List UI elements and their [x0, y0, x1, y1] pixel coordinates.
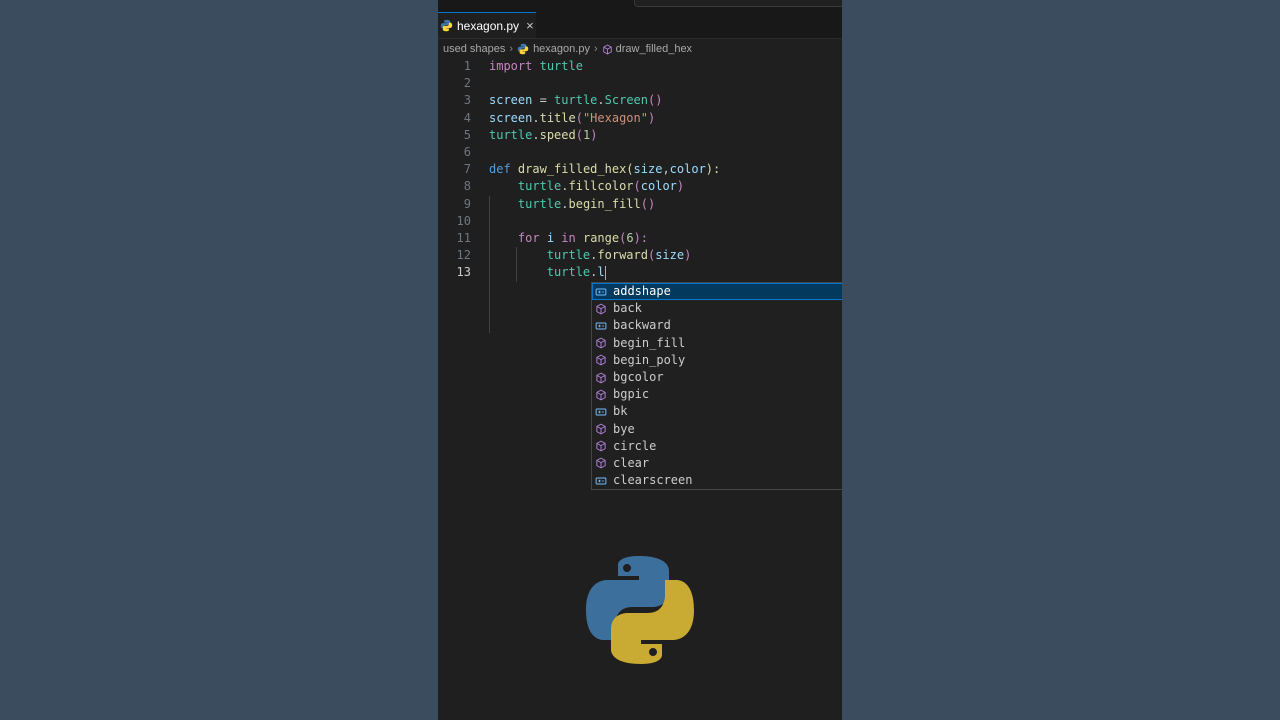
- tab-label: hexagon.py: [457, 18, 520, 33]
- chevron-right-icon: ›: [593, 43, 598, 55]
- variable-icon: [595, 320, 607, 332]
- suggestion-label: begin_poly: [613, 352, 686, 367]
- breadcrumb: used shapes › hexagon.py › draw_filled_h…: [443, 40, 692, 58]
- suggestion-label: bgcolor: [613, 369, 664, 384]
- suggestion-bye[interactable]: bye: [592, 421, 842, 438]
- command-center[interactable]: [634, 0, 842, 7]
- method-cube-icon: [595, 457, 607, 469]
- code-line: 12 turtle.forward(size): [456, 248, 692, 263]
- chevron-right-icon: ›: [509, 43, 514, 55]
- method-cube-icon: [595, 372, 607, 384]
- close-icon[interactable]: ×: [526, 18, 534, 33]
- method-cube-icon: [595, 423, 607, 435]
- method-cube-icon: [595, 440, 607, 452]
- suggestion-label: bye: [613, 421, 635, 436]
- code-line: 6: [463, 144, 471, 159]
- suggestion-label: clear: [613, 455, 650, 470]
- python-icon: [440, 19, 453, 32]
- suggestion-label: bk: [613, 404, 628, 419]
- suggestion-label: backward: [613, 318, 671, 333]
- breadcrumb-symbol[interactable]: draw_filled_hex: [616, 43, 692, 55]
- suggestion-label: clearscreen: [613, 473, 693, 488]
- method-cube-icon: [595, 337, 607, 349]
- text-cursor: [604, 265, 606, 280]
- tab-bar: hexagon.py ×: [438, 0, 842, 39]
- suggestion-label: bgpic: [613, 387, 650, 402]
- method-cube-icon: [595, 303, 607, 315]
- suggestion-addshape[interactable]: addshape: [592, 283, 842, 301]
- code-line: 3 screen = turtle.Screen(): [463, 93, 663, 108]
- code-line: 8 turtle.fillcolor(color): [463, 179, 685, 194]
- breadcrumb-file[interactable]: hexagon.py: [533, 43, 590, 55]
- suggestion-bgpic[interactable]: bgpic: [592, 386, 842, 403]
- python-icon: [517, 43, 529, 55]
- suggestion-clear[interactable]: clear: [592, 455, 842, 472]
- suggestion-backward[interactable]: backward: [592, 317, 842, 334]
- code-line: 11 for i in range(6):: [456, 230, 649, 245]
- code-area[interactable]: 1 import turtle 2 3 screen = turtle.Screen…: [438, 58, 842, 334]
- suggestion-label: begin_fill: [613, 335, 686, 350]
- python-logo: [586, 556, 694, 664]
- code-line: 7 def draw_filled_hex(size,color):: [463, 162, 721, 177]
- method-cube-icon: [595, 354, 607, 366]
- suggestion-circle[interactable]: circle: [592, 438, 842, 455]
- code-line: 1 import turtle: [463, 59, 583, 73]
- suggestion-begin_poly[interactable]: begin_poly: [592, 352, 842, 369]
- code-line: 5 turtle.speed(1): [463, 127, 598, 142]
- video-background-left: [0, 0, 438, 720]
- code-line: 10: [456, 213, 471, 228]
- variable-icon: [595, 406, 607, 418]
- code-line: 9 turtle.begin_fill(): [463, 196, 656, 211]
- code-line: 2: [463, 76, 471, 91]
- cube-icon: [602, 44, 612, 54]
- suggestion-back[interactable]: back: [592, 300, 842, 317]
- suggestion-label: addshape: [613, 284, 671, 298]
- variable-icon: [595, 286, 607, 298]
- code-line: 4 screen.title("Hexagon"): [463, 110, 656, 125]
- code-line-active[interactable]: 13 turtle.l: [438, 264, 842, 281]
- suggestion-clearscreen[interactable]: clearscreen: [592, 472, 842, 489]
- autocomplete-suggestions[interactable]: addshape back backward begin_fill begin_poly…: [591, 282, 842, 491]
- suggestion-label: circle: [613, 438, 657, 453]
- method-cube-icon: [595, 389, 607, 401]
- video-background-right: [842, 0, 1280, 720]
- suggestion-begin_fill[interactable]: begin_fill: [592, 335, 842, 352]
- suggestion-bk[interactable]: bk: [592, 403, 842, 420]
- breadcrumb-folder[interactable]: used shapes: [443, 43, 505, 55]
- tab-hexagon-py[interactable]: hexagon.py ×: [438, 12, 536, 38]
- suggestion-label: back: [613, 301, 642, 316]
- variable-icon: [595, 475, 607, 487]
- suggestion-bgcolor[interactable]: bgcolor: [592, 369, 842, 386]
